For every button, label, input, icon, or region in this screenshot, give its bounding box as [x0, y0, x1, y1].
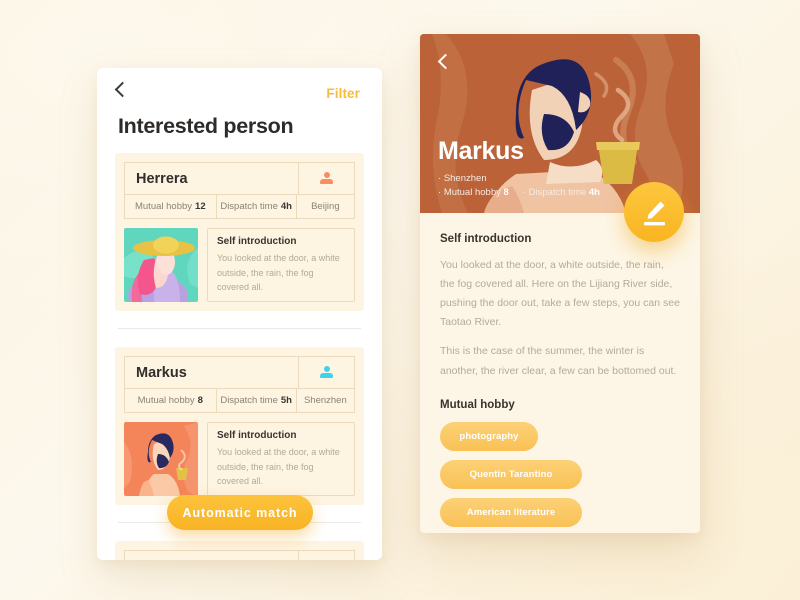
mutual-hobby-tag-list: photography Quentin Tarantino American l… — [440, 421, 680, 533]
intro-title: Self introduction — [217, 236, 297, 247]
chevron-left-icon[interactable] — [114, 81, 131, 98]
status-icon-cell[interactable] — [298, 357, 354, 388]
hobby-tag[interactable]: Quentin Tarantino — [440, 459, 582, 489]
card-name-row: Herrera — [124, 162, 355, 194]
city-label: Shenzhen — [438, 172, 487, 187]
person-name: Markus — [438, 137, 524, 165]
avatar — [124, 422, 198, 496]
dispatch-time-label: Dispatch time — [220, 201, 278, 212]
card-meta-row: Mutual hobby 8 Dispatch time 5h Shenzhen — [124, 388, 355, 413]
mutual-hobby-stat: Mutual hobby 8 — [438, 186, 509, 201]
person-name: Markus — [136, 364, 187, 381]
card-intro-row: Self introduction You looked at the door… — [124, 422, 355, 496]
intro-title: Self introduction — [217, 430, 297, 441]
person-detail-panel: Markus Shenzhen Mutual hobby 8 Dispatch … — [420, 34, 700, 533]
hobby-tag[interactable]: American literature — [440, 497, 582, 527]
self-introduction-paragraph-1: You looked at the door, a white outside,… — [440, 259, 680, 329]
intro-box: Self introduction You looked at the door… — [207, 228, 355, 302]
mutual-hobby-label: Mutual hobby — [137, 395, 195, 406]
list-divider — [118, 328, 361, 329]
automatic-match-button[interactable]: Automatic match — [167, 495, 313, 530]
page-title: Interested person — [118, 114, 294, 138]
mutual-hobby-title: Mutual hobby — [440, 398, 515, 411]
person-icon — [320, 172, 333, 185]
hobby-tag[interactable]: photography — [440, 421, 538, 451]
edit-button[interactable] — [624, 182, 684, 242]
dispatch-time-label: Dispatch time — [528, 187, 587, 199]
hero-meta-line-1: Shenzhen — [438, 172, 600, 187]
man-with-coffee-illustration — [124, 422, 198, 496]
pencil-edit-icon — [644, 201, 665, 226]
dispatch-time-stat: Dispatch time 4h — [217, 195, 297, 218]
card-meta-row: Mutual hobby 12 Dispatch time 4h Beijing — [124, 194, 355, 219]
card-intro-row: Self introduction You looked at the door… — [124, 228, 355, 302]
person-card-partial[interactable] — [115, 541, 364, 560]
person-icon — [320, 366, 333, 379]
interested-person-panel: Filter Interested person Herrera Mutual … — [97, 68, 382, 560]
mutual-hobby-stat: Mutual hobby 8 — [125, 389, 217, 412]
intro-text: You looked at the door, a white outside,… — [217, 447, 340, 487]
dispatch-time-stat: Dispatch time 5h — [217, 389, 297, 412]
person-card-herrera[interactable]: Herrera Mutual hobby 12 Dispatch time 4h B… — [115, 153, 364, 311]
left-panel-topbar: Filter — [97, 68, 382, 110]
self-introduction-paragraph-2: This is the case of the summer, the wint… — [440, 345, 677, 377]
mutual-hobby-value: 8 — [503, 187, 509, 199]
person-card-markus[interactable]: Markus Mutual hobby 8 Dispatch time 5h She… — [115, 347, 364, 505]
dispatch-time-value: 5h — [280, 395, 292, 406]
dispatch-time-value: 4h — [280, 201, 292, 212]
avatar — [124, 228, 198, 302]
city-label: Shenzhen — [303, 395, 347, 406]
hero-meta-line-2: Mutual hobby 8 Dispatch time 4h — [438, 186, 600, 201]
detail-body: Self introduction You looked at the door… — [420, 213, 700, 533]
mutual-hobby-label: Mutual hobby — [134, 201, 193, 212]
woman-yellow-hat-illustration — [124, 228, 198, 302]
city-label: Beijing — [311, 201, 340, 212]
mutual-hobby-stat: Mutual hobby 12 — [125, 195, 217, 218]
card-name-row — [124, 550, 355, 560]
card-name-row: Markus — [124, 356, 355, 388]
person-name: Herrera — [136, 170, 188, 187]
mutual-hobby-value: 12 — [195, 201, 206, 212]
status-icon-cell[interactable] — [298, 163, 354, 194]
intro-box: Self introduction You looked at the door… — [207, 422, 355, 496]
hero-meta: Shenzhen Mutual hobby 8 Dispatch time 4h — [438, 172, 600, 201]
dispatch-time-label: Dispatch time — [220, 395, 278, 406]
status-icon-cell[interactable] — [298, 551, 354, 560]
dispatch-time-value: 4h — [588, 187, 600, 199]
filter-button[interactable]: Filter — [326, 86, 360, 101]
mutual-hobby-value: 8 — [197, 395, 203, 406]
intro-text: You looked at the door, a white outside,… — [217, 253, 340, 293]
mutual-hobby-label: Mutual hobby — [443, 187, 501, 199]
dispatch-time-stat: Dispatch time 4h — [523, 186, 600, 201]
